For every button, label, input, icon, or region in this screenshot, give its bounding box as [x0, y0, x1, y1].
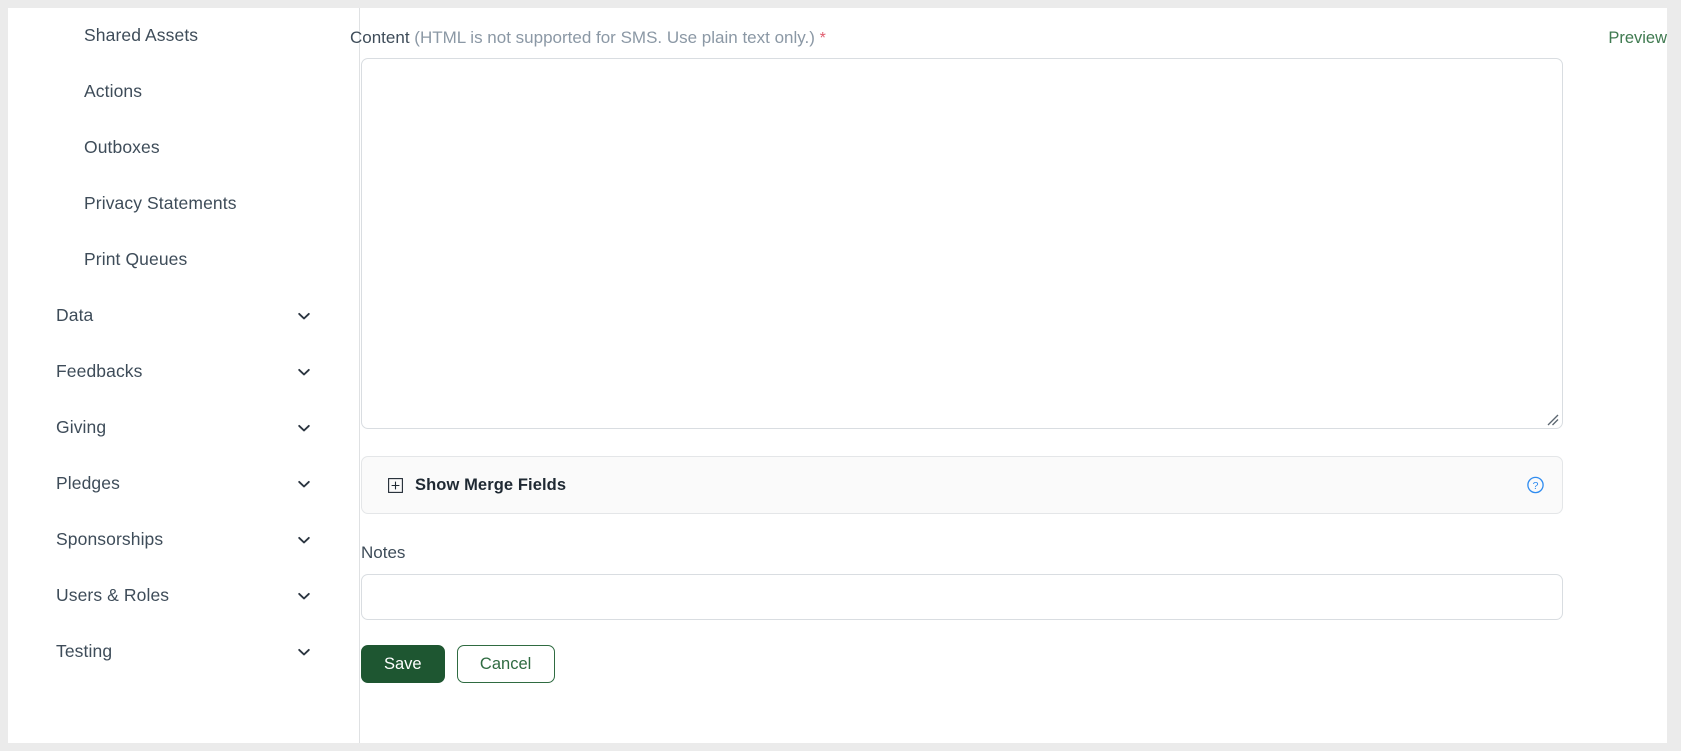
chevron-down-icon[interactable]	[297, 309, 311, 323]
sidebar-item-actions[interactable]: Actions	[8, 64, 359, 120]
sidebar-item-data[interactable]: Data	[8, 288, 359, 344]
sidebar-item-label: Sponsorships	[56, 529, 164, 550]
app-window: Shared Assets Actions Outboxes Privacy Stat…	[8, 8, 1667, 743]
required-asterisk: *	[819, 30, 826, 47]
question-circle-icon[interactable]: ?	[1527, 476, 1544, 494]
sidebar-item-feedbacks[interactable]: Feedbacks	[8, 344, 359, 400]
save-button[interactable]: Save	[361, 645, 445, 683]
notes-input[interactable]	[361, 574, 1563, 620]
chevron-down-icon[interactable]	[297, 533, 311, 547]
svg-text:?: ?	[1533, 480, 1539, 492]
sidebar-item-label: Feedbacks	[56, 361, 143, 382]
plus-square-icon	[388, 477, 403, 493]
main-content-pane: Content (HTML is not supported for SMS. …	[350, 8, 1667, 743]
sidebar-item-label: Shared Assets	[84, 25, 199, 46]
sidebar-item-outboxes[interactable]: Outboxes	[8, 120, 359, 176]
chevron-down-icon[interactable]	[297, 365, 311, 379]
sidebar-item-sponsorships[interactable]: Sponsorships	[8, 512, 359, 568]
sidebar-item-shared-assets[interactable]: Shared Assets	[8, 8, 359, 64]
sidebar-item-privacy-statements[interactable]: Privacy Statements	[8, 176, 359, 232]
sidebar-item-pledges[interactable]: Pledges	[8, 456, 359, 512]
sidebar-item-label: Outboxes	[84, 137, 160, 158]
content-field-label: Content (HTML is not supported for SMS. …	[350, 26, 826, 51]
sidebar-item-label: Print Queues	[84, 249, 188, 270]
preview-link[interactable]: Preview	[1608, 26, 1667, 50]
sidebar-item-giving[interactable]: Giving	[8, 400, 359, 456]
form-action-buttons: Save Cancel	[361, 645, 555, 683]
chevron-down-icon[interactable]	[297, 645, 311, 659]
sidebar-item-label: Data	[56, 305, 94, 326]
content-textarea[interactable]	[361, 58, 1563, 429]
chevron-down-icon[interactable]	[297, 589, 311, 603]
notes-field-label: Notes	[361, 543, 406, 562]
sidebar-item-label: Testing	[56, 641, 113, 662]
sidebar-item-print-queues[interactable]: Print Queues	[8, 232, 359, 288]
content-label-hint: (HTML is not supported for SMS. Use plai…	[414, 28, 815, 47]
sidebar-item-testing[interactable]: Testing	[8, 624, 359, 680]
sidebar-item-label: Users & Roles	[56, 585, 170, 606]
show-merge-fields-label: Show Merge Fields	[415, 475, 567, 494]
sidebar-navigation: Shared Assets Actions Outboxes Privacy Stat…	[8, 8, 360, 743]
sidebar-item-label: Privacy Statements	[84, 193, 237, 214]
sidebar-item-users-and-roles[interactable]: Users & Roles	[8, 568, 359, 624]
sidebar-item-label: Actions	[84, 81, 143, 102]
cancel-button[interactable]: Cancel	[456, 645, 555, 683]
chevron-down-icon[interactable]	[297, 421, 311, 435]
sidebar-nav-list: Shared Assets Actions Outboxes Privacy Stat…	[8, 8, 359, 680]
content-label-text: Content	[350, 28, 410, 47]
content-field-header: Content (HTML is not supported for SMS. …	[350, 26, 1667, 50]
sidebar-item-label: Giving	[56, 417, 107, 438]
sidebar-item-label: Pledges	[56, 473, 120, 494]
chevron-down-icon[interactable]	[297, 477, 311, 491]
show-merge-fields-bar[interactable]: Show Merge Fields ?	[361, 456, 1563, 514]
